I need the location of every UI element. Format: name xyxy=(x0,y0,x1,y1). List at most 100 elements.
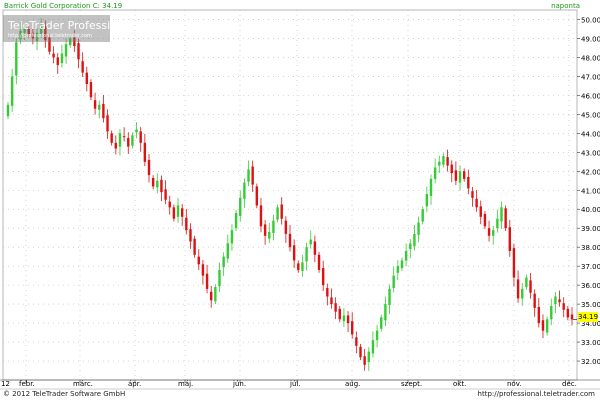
candle-up xyxy=(342,315,346,322)
candle-up xyxy=(429,178,433,196)
candle-up xyxy=(309,239,312,245)
candle-up xyxy=(500,207,503,222)
x-tick-label: jún. xyxy=(232,380,246,388)
candle-down xyxy=(114,142,118,149)
candle-up xyxy=(176,205,180,217)
candle-up xyxy=(6,104,10,117)
candle-down xyxy=(210,291,213,301)
y-tick-label: 49.00 xyxy=(581,35,600,43)
candle-down xyxy=(251,166,254,185)
candle-down xyxy=(127,138,130,147)
candle-up xyxy=(239,197,242,216)
candle-up xyxy=(396,266,400,273)
price-chart[interactable]: 32.00 33.00 34.00 35.00 36.00 37.00 38.00 39.00… xyxy=(0,0,600,400)
candle-down xyxy=(558,299,561,303)
candle-down xyxy=(201,264,205,276)
candle-down xyxy=(562,303,565,310)
candle-up xyxy=(226,243,229,259)
candle-up xyxy=(404,250,408,261)
candle-up xyxy=(400,260,404,269)
candle-up xyxy=(98,104,101,110)
candle-down xyxy=(317,254,321,270)
candle-down xyxy=(483,213,487,227)
watermark-name: TeleTrader Professional xyxy=(8,19,134,32)
x-tick-label: szept. xyxy=(401,380,422,388)
candle-down xyxy=(151,177,155,187)
candle-up xyxy=(442,156,445,165)
candle-up xyxy=(276,207,279,220)
candle-down xyxy=(180,208,184,217)
candle-up xyxy=(214,287,217,302)
chart-title: Barrick Gold Corporation C: 34.19 xyxy=(4,2,123,10)
candle-up xyxy=(413,233,416,247)
candle-down xyxy=(351,321,354,335)
candle-down xyxy=(566,308,570,318)
candle-down xyxy=(288,233,292,248)
candle-down xyxy=(56,57,59,66)
candle-down xyxy=(359,346,362,358)
candle-up xyxy=(367,351,370,362)
candle-down xyxy=(284,220,288,234)
y-tick-label: 50.00 xyxy=(581,16,600,24)
candle-down xyxy=(533,293,536,308)
candle-down xyxy=(313,241,317,255)
y-tick-label: 35.00 xyxy=(581,301,600,309)
footer-url-link[interactable]: http://professional.teletrader.com xyxy=(478,390,595,398)
y-tick-label: 38.00 xyxy=(581,244,600,252)
candle-down xyxy=(280,204,283,219)
candle-down xyxy=(504,208,507,229)
candle-down xyxy=(81,61,84,73)
y-tick-label: 33.00 xyxy=(581,339,600,347)
candle-up xyxy=(421,209,424,222)
x-tick-label: ápr. xyxy=(128,380,141,388)
candle-up xyxy=(554,296,557,305)
candle-down xyxy=(467,176,470,189)
candle-down xyxy=(450,164,453,174)
candle-down xyxy=(106,115,109,132)
candle-up xyxy=(156,180,159,188)
x-tick-label: okt. xyxy=(453,380,466,388)
candle-up xyxy=(521,288,524,299)
candle-down xyxy=(164,189,167,200)
candle-down xyxy=(85,72,88,84)
candle-down xyxy=(537,306,541,324)
candle-down xyxy=(77,43,80,60)
watermark-url: http://professional.teletrader.com xyxy=(8,33,92,39)
candle-up xyxy=(388,288,391,306)
candle-up xyxy=(392,275,395,288)
candle-down xyxy=(172,207,176,219)
candle-down xyxy=(446,157,449,166)
candle-down xyxy=(297,263,300,270)
candle-down xyxy=(487,228,491,236)
candle-up xyxy=(458,171,462,183)
candle-down xyxy=(102,103,105,119)
y-tick-label: 48.00 xyxy=(581,54,600,62)
plot-frame xyxy=(2,9,578,381)
y-tick-label: 36.00 xyxy=(581,282,600,290)
candle-up xyxy=(371,340,375,354)
y-tick-label: 37.00 xyxy=(581,263,600,271)
chart-period: naponta xyxy=(551,2,580,10)
candle-up xyxy=(218,269,221,287)
candle-down xyxy=(471,191,474,198)
candle-up xyxy=(375,330,379,341)
candle-down xyxy=(139,131,142,143)
y-tick-label: 44.00 xyxy=(581,130,600,138)
candle-up xyxy=(301,262,304,271)
candle-down xyxy=(529,280,532,293)
candle-down xyxy=(508,227,511,251)
y-tick-label: 40.00 xyxy=(581,206,600,214)
x-start-label: 12 xyxy=(1,380,10,388)
candle-up xyxy=(545,319,549,333)
chart-svg: 32.0033.0034.0035.0036.0037.0038.0039.00… xyxy=(0,0,600,390)
candle-up xyxy=(409,243,412,250)
candle-up xyxy=(417,222,420,235)
candle-down xyxy=(355,337,358,346)
x-tick-label: nov. xyxy=(507,380,522,388)
candle-up xyxy=(492,230,495,236)
candle-down xyxy=(185,217,188,231)
candle-up xyxy=(15,42,18,76)
candle-up xyxy=(234,213,238,229)
candle-down xyxy=(541,320,545,331)
candle-up xyxy=(380,317,383,329)
